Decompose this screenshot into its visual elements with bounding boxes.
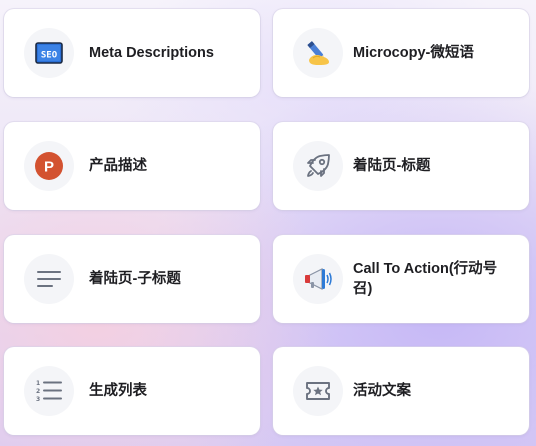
card-meta-descriptions[interactable]: SEO Meta Descriptions: [4, 9, 260, 97]
card-landing-title[interactable]: 着陆页-标题: [273, 122, 529, 210]
card-microcopy[interactable]: Microcopy-微短语: [273, 9, 529, 97]
card-label: 着陆页-子标题: [89, 271, 181, 287]
icon-circle: 1 2 3: [24, 366, 74, 416]
card-product-description[interactable]: P 产品描述: [4, 122, 260, 210]
numbered-list-icon: 1 2 3: [35, 378, 63, 404]
seo-icon: SEO: [35, 42, 63, 64]
card-generate-list[interactable]: 1 2 3 生成列表: [4, 347, 260, 435]
icon-circle: [293, 366, 343, 416]
icon-circle: [24, 254, 74, 304]
card-label: Meta Descriptions: [89, 45, 214, 61]
card-label: Call To Action(行动号召): [353, 261, 498, 297]
icon-circle: [293, 28, 343, 78]
svg-text:SEO: SEO: [41, 51, 58, 61]
pen-writing-icon: [303, 38, 333, 68]
svg-text:P: P: [44, 159, 54, 176]
card-call-to-action[interactable]: Call To Action(行动号召): [273, 235, 529, 323]
card-landing-subtitle[interactable]: 着陆页-子标题: [4, 235, 260, 323]
powerpoint-icon: P: [34, 151, 64, 181]
card-label: 着陆页-标题: [353, 158, 431, 174]
card-label: 生成列表: [89, 383, 147, 399]
svg-text:3: 3: [36, 396, 40, 403]
icon-circle: P: [24, 141, 74, 191]
rocket-icon: [304, 152, 332, 180]
card-label: 产品描述: [89, 158, 147, 174]
lines-icon: [36, 269, 62, 289]
svg-text:2: 2: [36, 388, 40, 395]
template-grid: SEO Meta Descriptions Microcopy-微短语 P 产品…: [0, 0, 536, 446]
icon-circle: SEO: [24, 28, 74, 78]
card-label: Microcopy-微短语: [353, 45, 474, 61]
ticket-star-icon: [304, 380, 332, 402]
icon-circle: [293, 254, 343, 304]
megaphone-icon: [302, 266, 334, 292]
card-event-copy[interactable]: 活动文案: [273, 347, 529, 435]
card-label: 活动文案: [353, 383, 411, 399]
svg-text:1: 1: [36, 380, 40, 387]
icon-circle: [293, 141, 343, 191]
